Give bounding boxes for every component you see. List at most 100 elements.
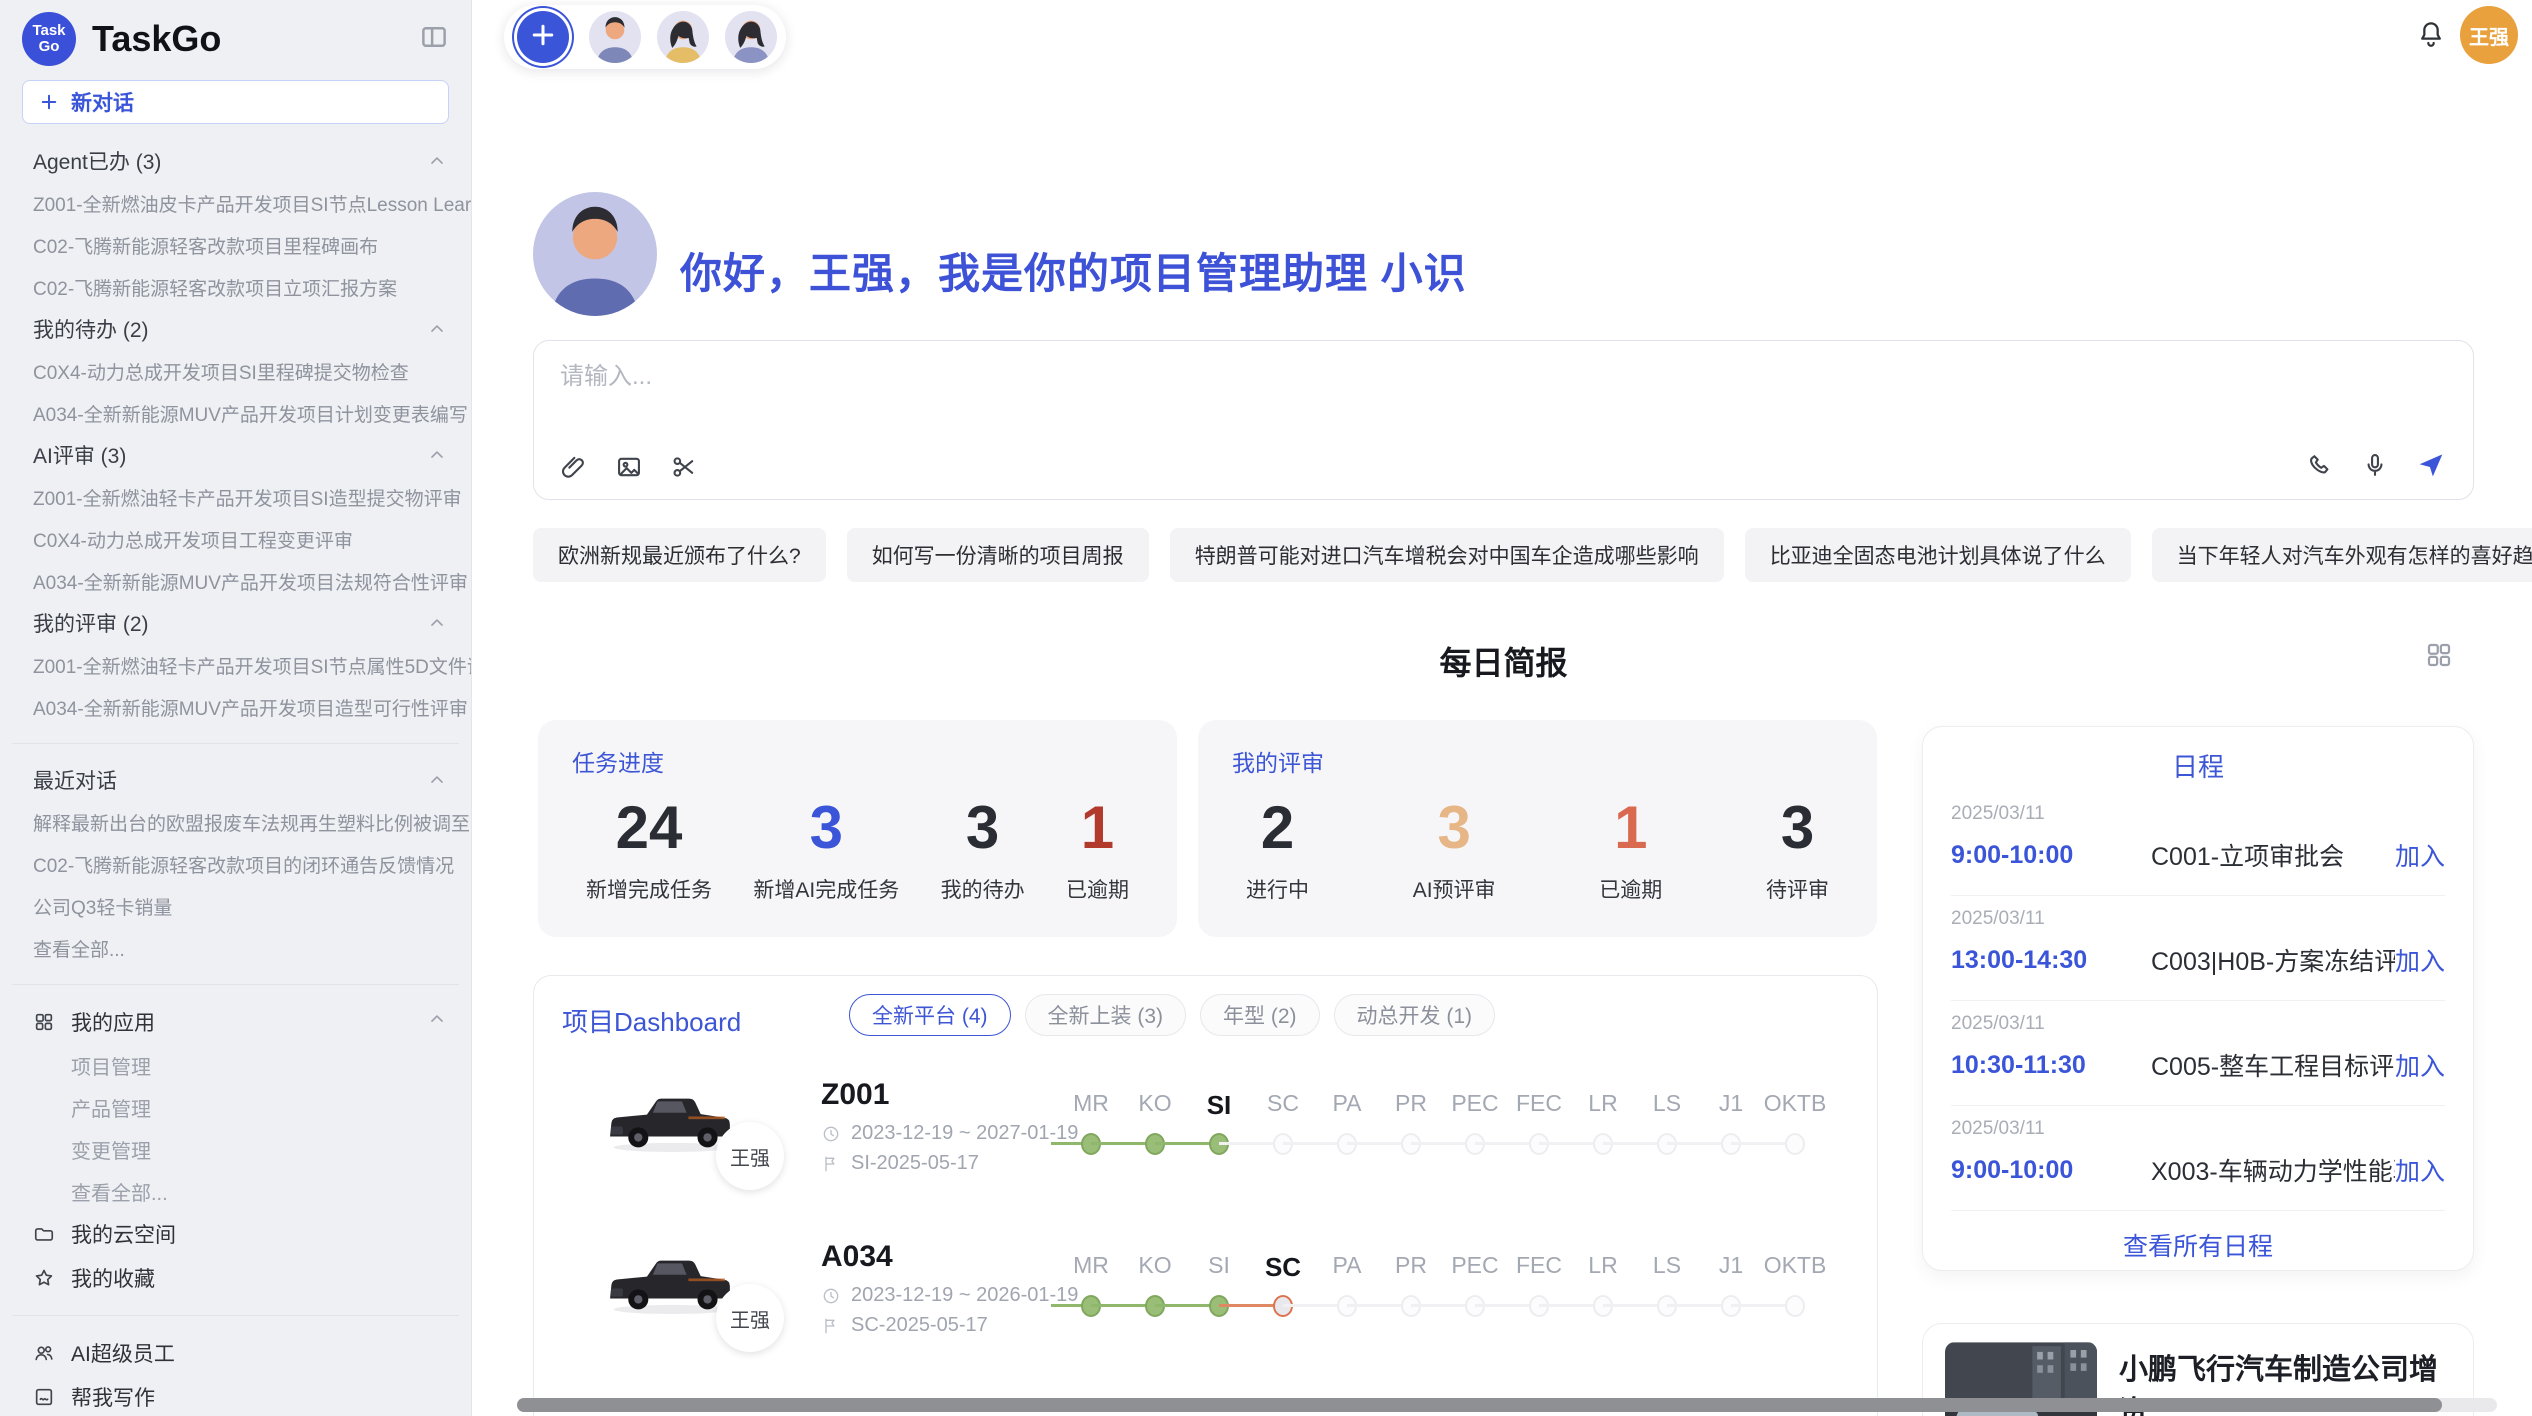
dashboard-tab[interactable]: 动总开发 (1) xyxy=(1334,994,1496,1036)
chevron-up-icon[interactable] xyxy=(427,1009,447,1035)
stat-value: 24 xyxy=(586,792,712,864)
new-chat-button[interactable]: 新对话 xyxy=(22,80,449,124)
sidebar-section-header[interactable]: Agent已办 (3) xyxy=(0,140,471,182)
dashboard-tab[interactable]: 年型 (2) xyxy=(1200,994,1320,1036)
stat-label: 已逾期 xyxy=(1599,874,1662,904)
agent-avatar-2[interactable] xyxy=(657,11,709,63)
schedule-time: 9:00-10:00 xyxy=(1951,841,2151,870)
dashboard-tab[interactable]: 全新上装 (3) xyxy=(1025,994,1187,1036)
image-icon[interactable] xyxy=(615,453,643,481)
sidebar-item-folder[interactable]: 我的云空间 xyxy=(0,1212,471,1256)
chevron-up-icon[interactable] xyxy=(427,613,447,633)
join-button[interactable]: 加入 xyxy=(2395,1047,2445,1083)
write-icon xyxy=(33,1386,57,1408)
layout-grid-icon[interactable] xyxy=(2424,640,2454,675)
schedule-item: 2025/03/1110:30-11:30C005-整车工程目标评审加入 xyxy=(1951,1001,2445,1106)
schedule-time: 10:30-11:30 xyxy=(1951,1051,2151,1080)
join-button[interactable]: 加入 xyxy=(2395,1152,2445,1188)
stat-label: 进行中 xyxy=(1246,874,1309,904)
suggestion-chip[interactable]: 如何写一份清晰的项目周报 xyxy=(847,528,1149,582)
stat-label: 新增AI完成任务 xyxy=(753,874,899,904)
recent-conversation-item[interactable]: 查看全部... xyxy=(0,927,471,969)
sidebar-tool-label: AI超级员工 xyxy=(71,1338,175,1368)
recent-conversation-item[interactable]: 公司Q3轻卡销量 xyxy=(0,885,471,927)
sidebar-section-header[interactable]: AI评审 (3) xyxy=(0,434,471,476)
sidebar-conversation-item[interactable]: A034-全新新能源MUV产品开发项目造型可行性评审 xyxy=(0,686,471,728)
paperclip-icon[interactable] xyxy=(560,453,588,481)
dashboard-tab[interactable]: 全新平台 (4) xyxy=(849,994,1011,1036)
input-left-icons xyxy=(560,453,698,481)
chat-input[interactable] xyxy=(560,363,2160,391)
stat-item: 1 已逾期 xyxy=(1599,792,1662,904)
sidebar-collapse-icon[interactable] xyxy=(419,22,449,57)
sidebar-section-header-recent[interactable]: 最近对话 xyxy=(0,759,471,801)
sidebar-tool-users[interactable]: AI超级员工 xyxy=(0,1331,471,1375)
sidebar-sections: Agent已办 (3)Z001-全新燃油皮卡产品开发项目SI节点Lesson L… xyxy=(0,124,471,1416)
sidebar-conversation-item[interactable]: Z001-全新燃油轻卡产品开发项目SI节点属性5D文件评审 xyxy=(0,644,471,686)
stat-value: 1 xyxy=(1599,792,1662,864)
agent-avatar-1[interactable] xyxy=(589,11,641,63)
task-progress-card: 任务进度24新增完成任务3新增AI完成任务3我的待办1已逾期 xyxy=(538,720,1177,937)
chevron-up-icon[interactable] xyxy=(427,319,447,339)
join-button[interactable]: 加入 xyxy=(2395,942,2445,978)
users-icon xyxy=(33,1342,57,1364)
sidebar-conversation-item[interactable]: A034-全新新能源MUV产品开发项目计划变更表编写 xyxy=(0,392,471,434)
grid-icon xyxy=(33,1011,57,1033)
add-agent-button[interactable] xyxy=(517,11,569,63)
star-icon xyxy=(33,1267,57,1289)
schedule-time: 9:00-10:00 xyxy=(1951,1156,2151,1185)
horizontal-scrollbar-thumb[interactable] xyxy=(517,1398,2442,1412)
sidebar-conversation-item[interactable]: C02-飞腾新能源轻客改款项目立项汇报方案 xyxy=(0,266,471,308)
scissors-icon[interactable] xyxy=(670,453,698,481)
flag-icon xyxy=(821,1316,841,1336)
suggestion-chips: 欧洲新规最近颁布了什么? 如何写一份清晰的项目周报特朗普可能对进口汽车增税会对中国… xyxy=(533,528,2474,582)
user-avatar[interactable]: 王强 xyxy=(2460,6,2518,64)
suggestion-chip[interactable]: 特朗普可能对进口汽车增税会对中国车企造成哪些影响 xyxy=(1170,528,1724,582)
suggestion-chip[interactable]: 比亚迪全固态电池计划具体说了什么 xyxy=(1745,528,2131,582)
flag-text: SI-2025-05-17 xyxy=(851,1152,979,1175)
milestone-dot[interactable] xyxy=(1785,1133,1805,1155)
milestone-label: OKTB xyxy=(1755,1090,1835,1117)
notification-bell-icon[interactable] xyxy=(2415,18,2447,55)
my-apps-subitem[interactable]: 查看全部... xyxy=(0,1170,471,1212)
date-range-text: 2023-12-19 ~ 2026-01-19 xyxy=(851,1284,1078,1307)
mic-icon[interactable] xyxy=(2361,451,2389,479)
my-apps-subitem[interactable]: 项目管理 xyxy=(0,1044,471,1086)
sidebar-section-header[interactable]: 我的待办 (2) xyxy=(0,308,471,350)
stat-value: 2 xyxy=(1246,792,1309,864)
my-apps-subitem[interactable]: 变更管理 xyxy=(0,1128,471,1170)
suggestion-chip[interactable]: 当下年轻人对汽车外观有怎样的喜好趋势 xyxy=(2152,528,2532,582)
phone-icon[interactable] xyxy=(2307,451,2335,479)
sidebar-conversation-item[interactable]: A034-全新新能源MUV产品开发项目法规符合性评审 xyxy=(0,560,471,602)
sidebar-conversation-item[interactable]: Z001-全新燃油皮卡产品开发项目SI节点Lesson Learn报告 xyxy=(0,182,471,224)
sidebar-conversation-item[interactable]: Z001-全新燃油轻卡产品开发项目SI造型提交物评审 xyxy=(0,476,471,518)
my-apps-label: 我的应用 xyxy=(71,1007,427,1037)
sidebar-conversation-item[interactable]: C0X4-动力总成开发项目SI里程碑提交物检查 xyxy=(0,350,471,392)
milestone-label: OKTB xyxy=(1755,1252,1835,1279)
join-button[interactable]: 加入 xyxy=(2395,837,2445,873)
my-apps-subitem[interactable]: 产品管理 xyxy=(0,1086,471,1128)
sidebar-item-my-apps[interactable]: 我的应用 xyxy=(0,1000,471,1044)
sidebar-conversation-item[interactable]: C0X4-动力总成开发项目工程变更评审 xyxy=(0,518,471,560)
app-logo: Task Go xyxy=(22,12,76,66)
chevron-up-icon[interactable] xyxy=(427,445,447,465)
chevron-up-icon[interactable] xyxy=(427,151,447,171)
schedule-date: 2025/03/11 xyxy=(1951,1001,2445,1035)
schedule-item: 2025/03/1113:00-14:30C003|H0B-方案冻结评审加入 xyxy=(1951,896,2445,1001)
chevron-up-icon[interactable] xyxy=(427,770,447,790)
sidebar-section-header[interactable]: 我的评审 (2) xyxy=(0,602,471,644)
sidebar-conversation-item[interactable]: C02-飞腾新能源轻客改款项目里程碑画布 xyxy=(0,224,471,266)
sidebar-item-star[interactable]: 我的收藏 xyxy=(0,1256,471,1300)
stat-value: 3 xyxy=(1413,792,1496,864)
recent-conversation-item[interactable]: 解释最新出台的欧盟报废车法规再生塑料比例被调至15%... xyxy=(0,801,471,843)
sidebar-tool-write[interactable]: 帮我写作 xyxy=(0,1375,471,1416)
suggestion-chip[interactable]: 欧洲新规最近颁布了什么? xyxy=(533,528,826,582)
milestone-dot[interactable] xyxy=(1785,1295,1805,1317)
section-title: 最近对话 xyxy=(33,765,427,795)
agent-avatar-3[interactable] xyxy=(725,11,777,63)
plus-icon xyxy=(39,92,59,112)
view-all-schedule-link[interactable]: 查看所有日程 xyxy=(1951,1227,2445,1263)
send-icon[interactable] xyxy=(2415,449,2447,481)
horizontal-scrollbar xyxy=(517,1398,2497,1412)
recent-conversation-item[interactable]: C02-飞腾新能源轻客改款项目的闭环通告反馈情况 xyxy=(0,843,471,885)
